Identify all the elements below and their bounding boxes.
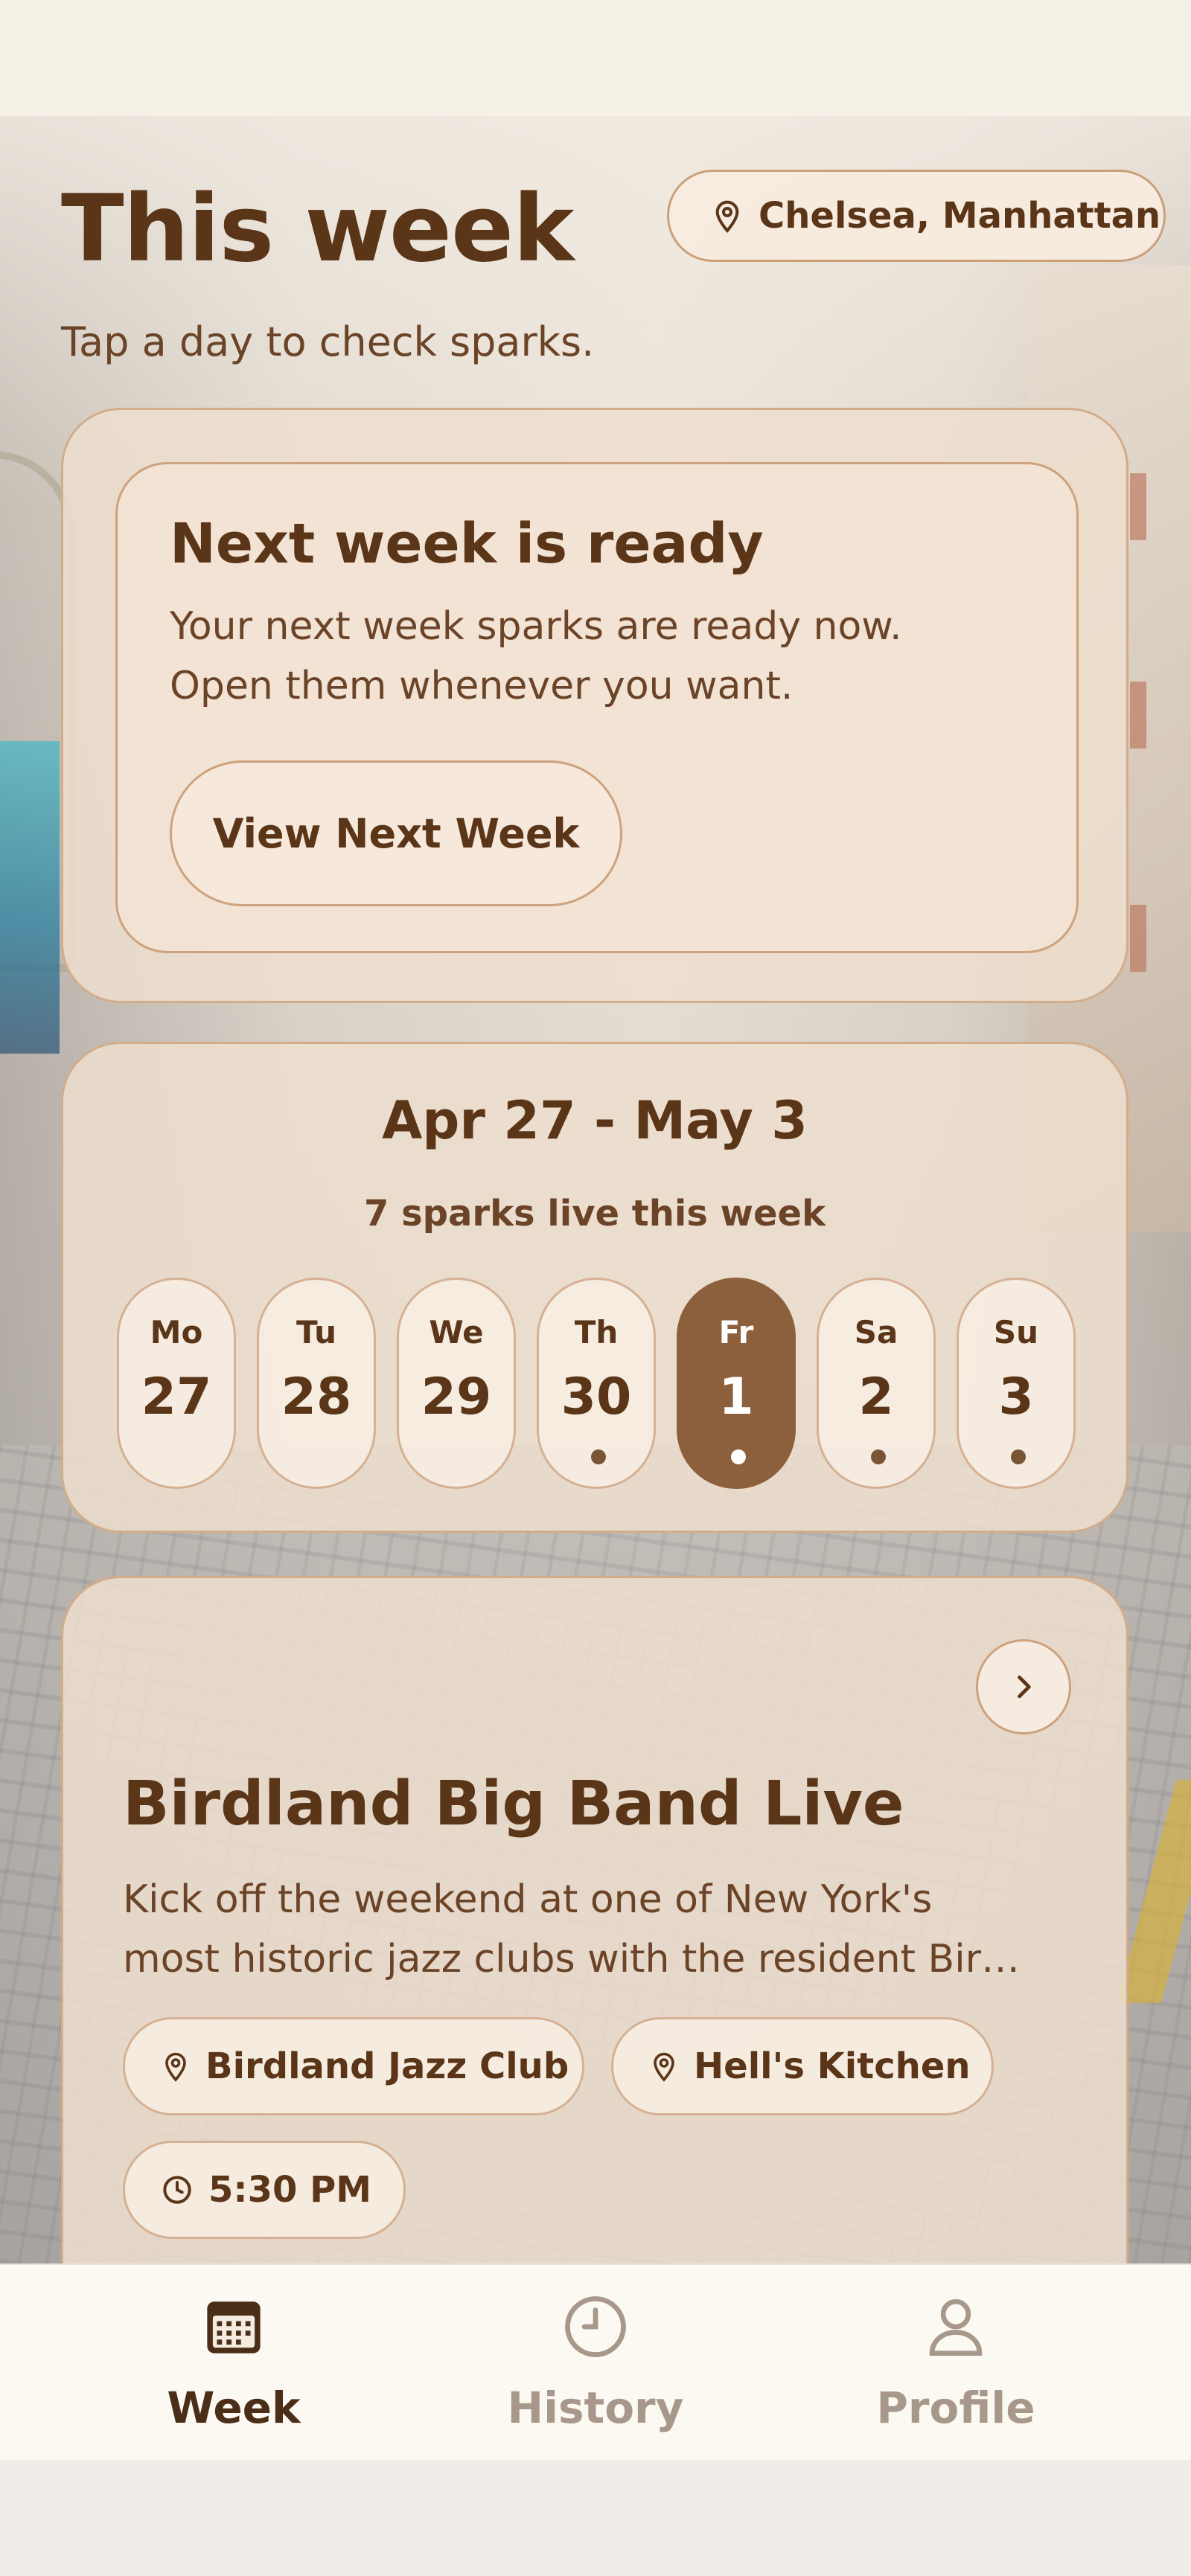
nav-label-profile: Profile	[876, 2383, 1035, 2433]
day-button-we[interactable]: We 29	[397, 1278, 516, 1489]
next-week-card: Next week is ready Your next week sparks…	[61, 408, 1128, 1003]
time-chip: 5:30 PM	[123, 2141, 406, 2239]
day-number: 30	[561, 1368, 632, 1426]
day-number: 2	[858, 1368, 894, 1426]
map-pin-icon	[651, 2050, 677, 2083]
day-number: 28	[281, 1368, 352, 1426]
nav-tab-profile[interactable]: Profile	[822, 2265, 1090, 2461]
day-name: Su	[993, 1314, 1039, 1351]
calendar-icon	[200, 2293, 267, 2360]
event-title: Birdland Big Band Live	[123, 1769, 904, 1839]
next-week-description-line: Your next week sparks are ready now.	[170, 604, 902, 649]
day-number: 3	[998, 1368, 1034, 1426]
nav-label-week: Week	[167, 2383, 301, 2433]
time-label: 5:30 PM	[208, 2169, 372, 2211]
spark-indicator-dot	[591, 1449, 606, 1464]
week-selector-card: Apr 27 - May 3 7 sparks live this week M…	[61, 1042, 1128, 1533]
background-window	[1130, 473, 1146, 540]
venue-chip[interactable]: Birdland Jazz Club	[123, 2017, 584, 2115]
map-pin-icon	[162, 2050, 189, 2083]
person-icon	[922, 2293, 989, 2360]
spark-indicator-dot	[871, 1449, 886, 1464]
location-label: Chelsea, Manhattan	[759, 195, 1161, 237]
spark-indicator-dot	[1011, 1449, 1026, 1464]
day-name: Sa	[854, 1314, 898, 1351]
day-name: Fr	[718, 1314, 754, 1351]
view-next-week-button[interactable]: View Next Week	[170, 760, 622, 906]
background-window	[1130, 905, 1146, 972]
event-description-line: Kick off the weekend at one of New York'…	[123, 1877, 933, 1922]
home-indicator-area	[0, 2460, 1191, 2576]
neighborhood-label: Hell's Kitchen	[694, 2045, 971, 2087]
spark-indicator-dot	[731, 1449, 746, 1464]
day-number: 29	[421, 1368, 492, 1426]
location-chip[interactable]: Chelsea, Manhattan	[667, 170, 1166, 262]
clock-icon	[162, 2175, 192, 2205]
nav-label-history: History	[507, 2383, 684, 2433]
background-poster	[0, 741, 60, 1054]
day-button-mo[interactable]: Mo 27	[117, 1278, 236, 1489]
next-week-inner-panel: Next week is ready Your next week sparks…	[115, 462, 1079, 953]
day-button-tu[interactable]: Tu 28	[257, 1278, 376, 1489]
clock-icon	[562, 2293, 629, 2360]
sparks-live-count: 7 sparks live this week	[364, 1193, 826, 1234]
event-card[interactable]: Birdland Big Band Live Kick off the week…	[61, 1576, 1128, 2320]
neighborhood-chip[interactable]: Hell's Kitchen	[611, 2017, 994, 2115]
day-name: Tu	[296, 1314, 336, 1351]
nav-tab-week[interactable]: Week	[100, 2265, 368, 2461]
background-window	[1130, 682, 1146, 749]
day-button-su[interactable]: Su 3	[957, 1278, 1076, 1489]
day-button-th[interactable]: Th 30	[537, 1278, 656, 1489]
day-picker: Mo 27 Tu 28 We 29 Th 30 Fr 1 Sa 2 Su 3	[117, 1278, 1077, 1489]
bottom-navigation: Week History Profile	[0, 2263, 1191, 2460]
day-number: 1	[718, 1368, 754, 1426]
day-name: We	[429, 1314, 484, 1351]
day-button-fr[interactable]: Fr 1	[677, 1278, 796, 1489]
map-pin-icon	[712, 198, 742, 234]
event-description-line: most historic jazz clubs with the reside…	[123, 1937, 1021, 1981]
next-week-title: Next week is ready	[170, 512, 764, 576]
page-subtitle: Tap a day to check sparks.	[61, 318, 595, 365]
day-name: Th	[574, 1314, 619, 1351]
week-range-title: Apr 27 - May 3	[382, 1090, 808, 1151]
next-week-description-line: Open them whenever you want.	[170, 664, 794, 708]
chevron-right-icon	[1007, 1670, 1040, 1703]
page-title: This week	[61, 176, 575, 283]
day-number: 27	[141, 1368, 212, 1426]
nav-tab-history[interactable]: History	[462, 2265, 729, 2461]
day-button-sa[interactable]: Sa 2	[817, 1278, 936, 1489]
next-week-description: Your next week sparks are ready now. Ope…	[170, 597, 1026, 716]
day-name: Mo	[150, 1314, 203, 1351]
venue-label: Birdland Jazz Club	[205, 2045, 569, 2087]
event-description: Kick off the weekend at one of New York'…	[123, 1870, 1083, 1989]
status-bar-area	[0, 0, 1191, 116]
open-event-button[interactable]	[976, 1639, 1071, 1734]
